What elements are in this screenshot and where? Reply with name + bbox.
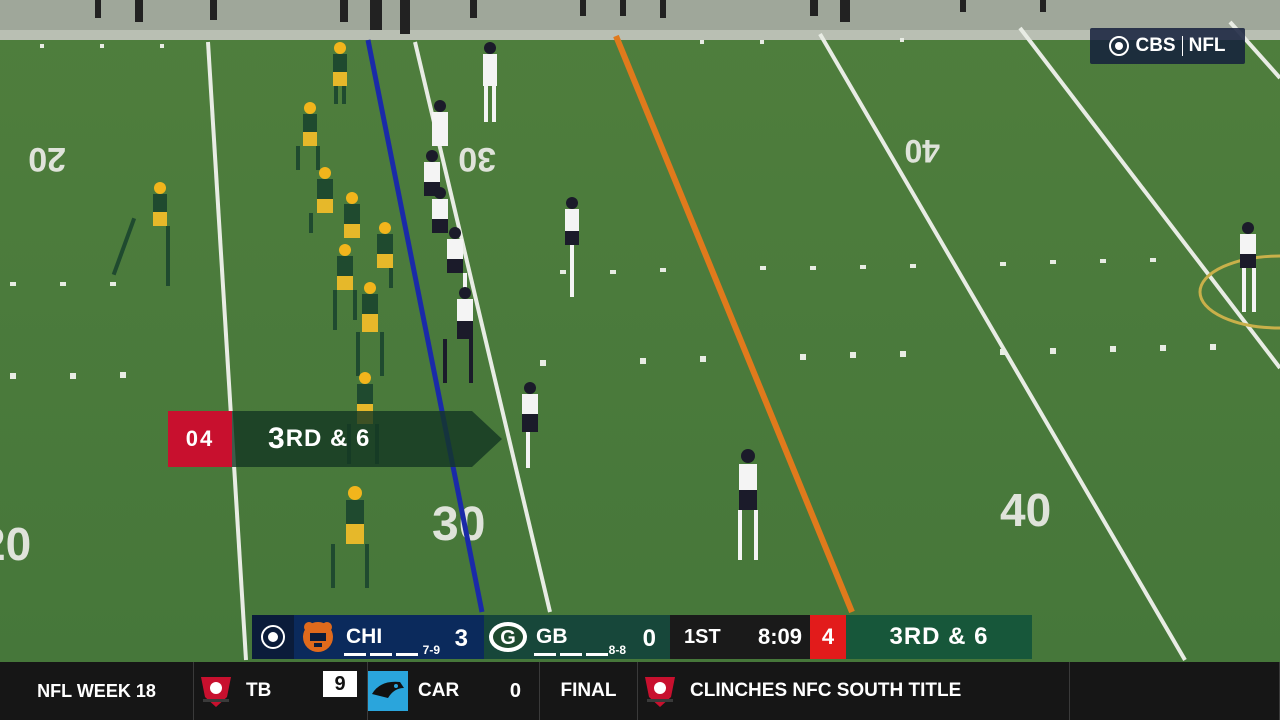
- cbs-eye-icon: [261, 625, 285, 649]
- network-bug: CBS NFL: [1090, 28, 1245, 64]
- score-ticker: NFL WEEK 18 TB 9 CAR 0 FINAL CLINCHES NF…: [0, 662, 1280, 720]
- svg-text:G: G: [500, 627, 516, 649]
- down-distance-marker: 04 3 RD & 6: [168, 411, 502, 467]
- packers-logo-icon: G: [488, 617, 528, 657]
- scorebug-network: [252, 615, 294, 659]
- yard-number: 40: [1000, 484, 1051, 536]
- away-timeouts: [344, 653, 418, 656]
- home-team-record: 8-8: [608, 643, 626, 657]
- down-marker-arrow: [472, 411, 502, 467]
- home-team-abbr: GB: [536, 625, 568, 648]
- field-graphic: 20 30 40 30 40 20: [0, 0, 1280, 662]
- yard-number: 30: [458, 140, 496, 178]
- football-field: 20 30 40 30 40 20: [0, 0, 1280, 662]
- away-team-record: 7-9: [422, 643, 440, 657]
- ticker-headline: CLINCHES NFC SOUTH TITLE: [638, 662, 1070, 720]
- ticker-team2: CAR 0: [368, 662, 540, 720]
- game-clock: 8:09: [757, 624, 802, 649]
- game-clock-panel: 1ST 8:09: [670, 615, 810, 659]
- ticker-headline-text: CLINCHES NFC SOUTH TITLE: [690, 680, 962, 701]
- bears-logo-icon: [298, 617, 338, 657]
- ticker-team1-score: 9: [323, 671, 357, 697]
- ticker-week-label: NFL WEEK 18: [0, 662, 194, 720]
- away-team-score: 3: [454, 625, 468, 652]
- league-name: NFL: [1188, 35, 1226, 56]
- home-timeouts: [534, 653, 608, 656]
- scorebug: CHI 3 7-9 G GB 0 8-8 1ST 8:09 4 3RD & 6: [252, 615, 1032, 659]
- play-clock: 4: [810, 615, 846, 659]
- ticker-spacer: [1070, 662, 1280, 720]
- cbs-eye-icon: [1109, 36, 1130, 56]
- buccaneers-logo-icon: [640, 671, 680, 711]
- panthers-logo-icon: [368, 671, 408, 711]
- buccaneers-logo-icon: [196, 671, 236, 711]
- down-suffix: RD & 6: [285, 425, 371, 452]
- yard-number: 40: [904, 133, 940, 169]
- down-distance-text: 3 RD & 6: [232, 411, 472, 467]
- ticker-team1: TB 9: [194, 662, 368, 720]
- down-number: 3: [268, 422, 286, 455]
- scorebug-down-distance: 3RD & 6: [846, 615, 1032, 659]
- quarter: 1ST: [684, 625, 721, 648]
- network-name: CBS: [1135, 35, 1176, 56]
- divider: [1181, 36, 1183, 56]
- home-team-score: 0: [642, 625, 656, 652]
- ticker-team2-score: 0: [509, 679, 521, 702]
- yard-number: 20: [0, 518, 31, 570]
- play-clock-badge: 04: [168, 411, 232, 467]
- away-team-panel: CHI 3 7-9: [294, 615, 484, 659]
- yard-number: 20: [28, 140, 66, 178]
- home-team-panel: G GB 0 8-8: [484, 615, 670, 659]
- ticker-status: FINAL: [540, 662, 638, 720]
- ticker-team2-abbr: CAR: [418, 680, 460, 701]
- away-team-abbr: CHI: [346, 625, 383, 648]
- ticker-team1-abbr: TB: [246, 680, 272, 701]
